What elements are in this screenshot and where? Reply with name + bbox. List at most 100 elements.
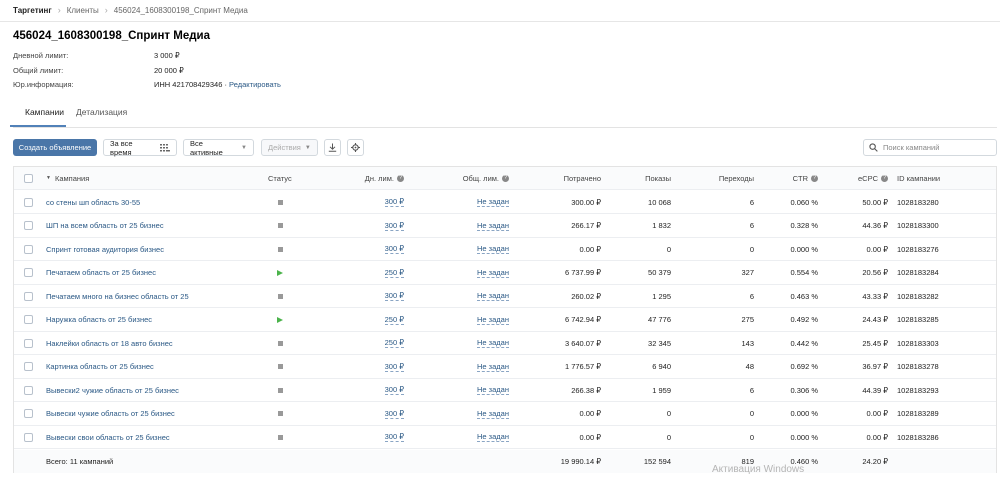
actions-select[interactable]: Действия ▼	[261, 139, 318, 156]
campaign-name-link[interactable]: ШП на всем область от 25 бизнес	[46, 221, 164, 230]
col-id[interactable]: ID кампании	[897, 167, 940, 189]
status-cell	[272, 332, 288, 354]
total-limit-edit[interactable]: Не задан	[477, 385, 509, 396]
total-limit-edit[interactable]: Не задан	[477, 409, 509, 419]
total-limit-edit[interactable]: Не задан	[477, 362, 509, 372]
tab-details[interactable]: Детализация	[76, 107, 127, 117]
stopped-status-icon	[277, 246, 283, 252]
daily-limit-edit[interactable]: 250 ₽	[384, 268, 404, 278]
row-checkbox[interactable]	[24, 385, 33, 395]
row-checkbox[interactable]	[24, 315, 33, 325]
legal-info-label: Юр.информация:	[13, 80, 74, 89]
daily-limit-edit[interactable]: 300 ₽	[384, 291, 404, 302]
help-icon[interactable]: ?	[881, 174, 888, 182]
ecpc-cell: 0.00 ₽	[866, 409, 888, 419]
search-input[interactable]	[883, 143, 993, 152]
row-checkbox[interactable]	[24, 244, 33, 254]
campaign-name-link[interactable]: Печатаем много на бизнес область от 25	[46, 292, 189, 301]
daily-limit-edit[interactable]: 300 ₽	[384, 221, 404, 231]
daily-limit-edit[interactable]: 250 ₽	[384, 338, 404, 349]
breadcrumb-targeting[interactable]: Таргетинг	[13, 6, 52, 15]
ctr-cell: 0.442 %	[790, 338, 818, 348]
table-row: Вывески свои область от 25 бизнес 300 ₽ Не…	[14, 426, 996, 450]
total-limit-edit[interactable]: Не задан	[477, 291, 509, 302]
edit-legal-link[interactable]: Редактировать	[229, 80, 281, 89]
tab-campaigns[interactable]: Кампании	[25, 107, 64, 117]
row-checkbox[interactable]	[24, 221, 33, 231]
help-icon[interactable]: ?	[502, 174, 509, 182]
daily-limit-edit[interactable]: 300 ₽	[384, 362, 404, 372]
campaign-name-cell: Картинка область от 25 бизнес	[46, 356, 154, 378]
total-limit-edit[interactable]: Не задан	[477, 244, 509, 255]
row-checkbox[interactable]	[24, 197, 33, 207]
campaign-id-cell: 1028183278	[897, 362, 939, 372]
status-filter-select[interactable]: Все активные ▼	[183, 139, 254, 157]
row-checkbox[interactable]	[24, 409, 33, 419]
campaign-name-link[interactable]: Наружка область от 25 бизнес	[46, 315, 152, 324]
total-limit-edit[interactable]: Не задан	[477, 432, 509, 443]
settings-button[interactable]	[347, 139, 364, 156]
col-campaign[interactable]: ▼ Кампания	[46, 167, 89, 189]
daily-limit-edit[interactable]: 300 ₽	[384, 197, 404, 208]
col-shows[interactable]: Показы	[591, 167, 671, 189]
col-daily[interactable]: Дн. лим.?	[334, 167, 404, 189]
select-all-checkbox[interactable]	[24, 173, 33, 183]
create-ad-button[interactable]: Создать объявление	[13, 139, 97, 156]
ctr-cell: 0.328 %	[790, 221, 818, 231]
spent-cell: 3 640.07 ₽	[564, 338, 601, 348]
campaign-id-cell: 1028183303	[897, 338, 939, 348]
campaign-name-link[interactable]: Печатаем область от 25 бизнес	[46, 268, 156, 277]
table-footer: Всего: 11 кампаний 19 990.14 ₽ 152 594 8…	[14, 450, 996, 474]
row-checkbox[interactable]	[24, 432, 33, 442]
campaign-id-cell: 1028183285	[897, 315, 939, 325]
total-limit-edit[interactable]: Не задан	[477, 338, 509, 349]
spent-cell: 6 742.94 ₽	[564, 315, 601, 325]
campaign-search[interactable]	[863, 139, 997, 156]
period-select[interactable]: За все время	[103, 138, 177, 157]
shows-cell: 1 295	[652, 291, 671, 301]
row-checkbox[interactable]	[24, 268, 33, 278]
campaign-name-link[interactable]: Вывески свои область от 25 бизнес	[46, 433, 170, 442]
status-cell	[272, 285, 288, 307]
daily-limit-edit[interactable]: 300 ₽	[384, 385, 404, 396]
ecpc-cell: 25.45 ₽	[862, 338, 888, 348]
shows-cell: 47 776	[648, 315, 671, 325]
row-select-cell	[24, 403, 33, 425]
row-select-cell	[24, 332, 33, 354]
breadcrumb-clients[interactable]: Клиенты	[67, 6, 99, 15]
daily-limit-edit[interactable]: 300 ₽	[384, 432, 404, 443]
total-limit-edit[interactable]: Не задан	[477, 315, 509, 325]
help-icon[interactable]: ?	[397, 174, 404, 182]
col-spent[interactable]: Потрачено	[521, 167, 601, 189]
campaign-id-cell: 1028183286	[897, 432, 939, 442]
total-limit-edit[interactable]: Не задан	[477, 268, 509, 278]
daily-limit-edit[interactable]: 250 ₽	[384, 315, 404, 325]
row-checkbox[interactable]	[24, 362, 33, 372]
campaign-name-link[interactable]: Вывески2 чужие область от 25 бизнес	[46, 386, 179, 395]
period-label: За все время	[110, 138, 133, 157]
campaign-name-link[interactable]: Спринт готовая аудитория бизнес	[46, 245, 164, 254]
total-limit-edit[interactable]: Не задан	[477, 197, 509, 208]
daily-limit-edit[interactable]: 300 ₽	[384, 409, 404, 419]
total-limit-cell: Не задан	[439, 262, 509, 284]
row-checkbox[interactable]	[24, 291, 33, 301]
campaign-name-link[interactable]: Картинка область от 25 бизнес	[46, 362, 154, 371]
col-status[interactable]: Статус	[268, 167, 292, 189]
table-header: ▼ Кампания Статус Дн. лим.? Общ. лим.? По…	[14, 167, 996, 191]
campaign-name-link[interactable]: Наклейки область от 18 авто бизнес	[46, 339, 173, 348]
col-ctr[interactable]: CTR?	[738, 167, 818, 189]
row-select-cell	[24, 285, 33, 307]
row-checkbox[interactable]	[24, 338, 33, 348]
campaign-name-link[interactable]: Вывески чужие область от 25 бизнес	[46, 409, 175, 418]
breadcrumb-current: 456024_1608300198_Спринт Медиа	[113, 5, 248, 15]
campaign-name-link[interactable]: со стены шп область 30-55	[46, 198, 140, 207]
daily-limit-edit[interactable]: 300 ₽	[384, 244, 404, 255]
download-button[interactable]	[324, 139, 341, 156]
col-ecpc[interactable]: eCPC?	[808, 167, 888, 189]
chevron-down-icon: ▼	[241, 144, 247, 151]
col-total[interactable]: Общ. лим.?	[439, 167, 509, 189]
table-row: Печатаем область от 25 бизнес 250 ₽ Не зад…	[14, 262, 996, 285]
stopped-status-icon	[277, 411, 283, 417]
daily-limit-cell: 300 ₽	[334, 285, 404, 307]
total-limit-edit[interactable]: Не задан	[477, 221, 509, 231]
